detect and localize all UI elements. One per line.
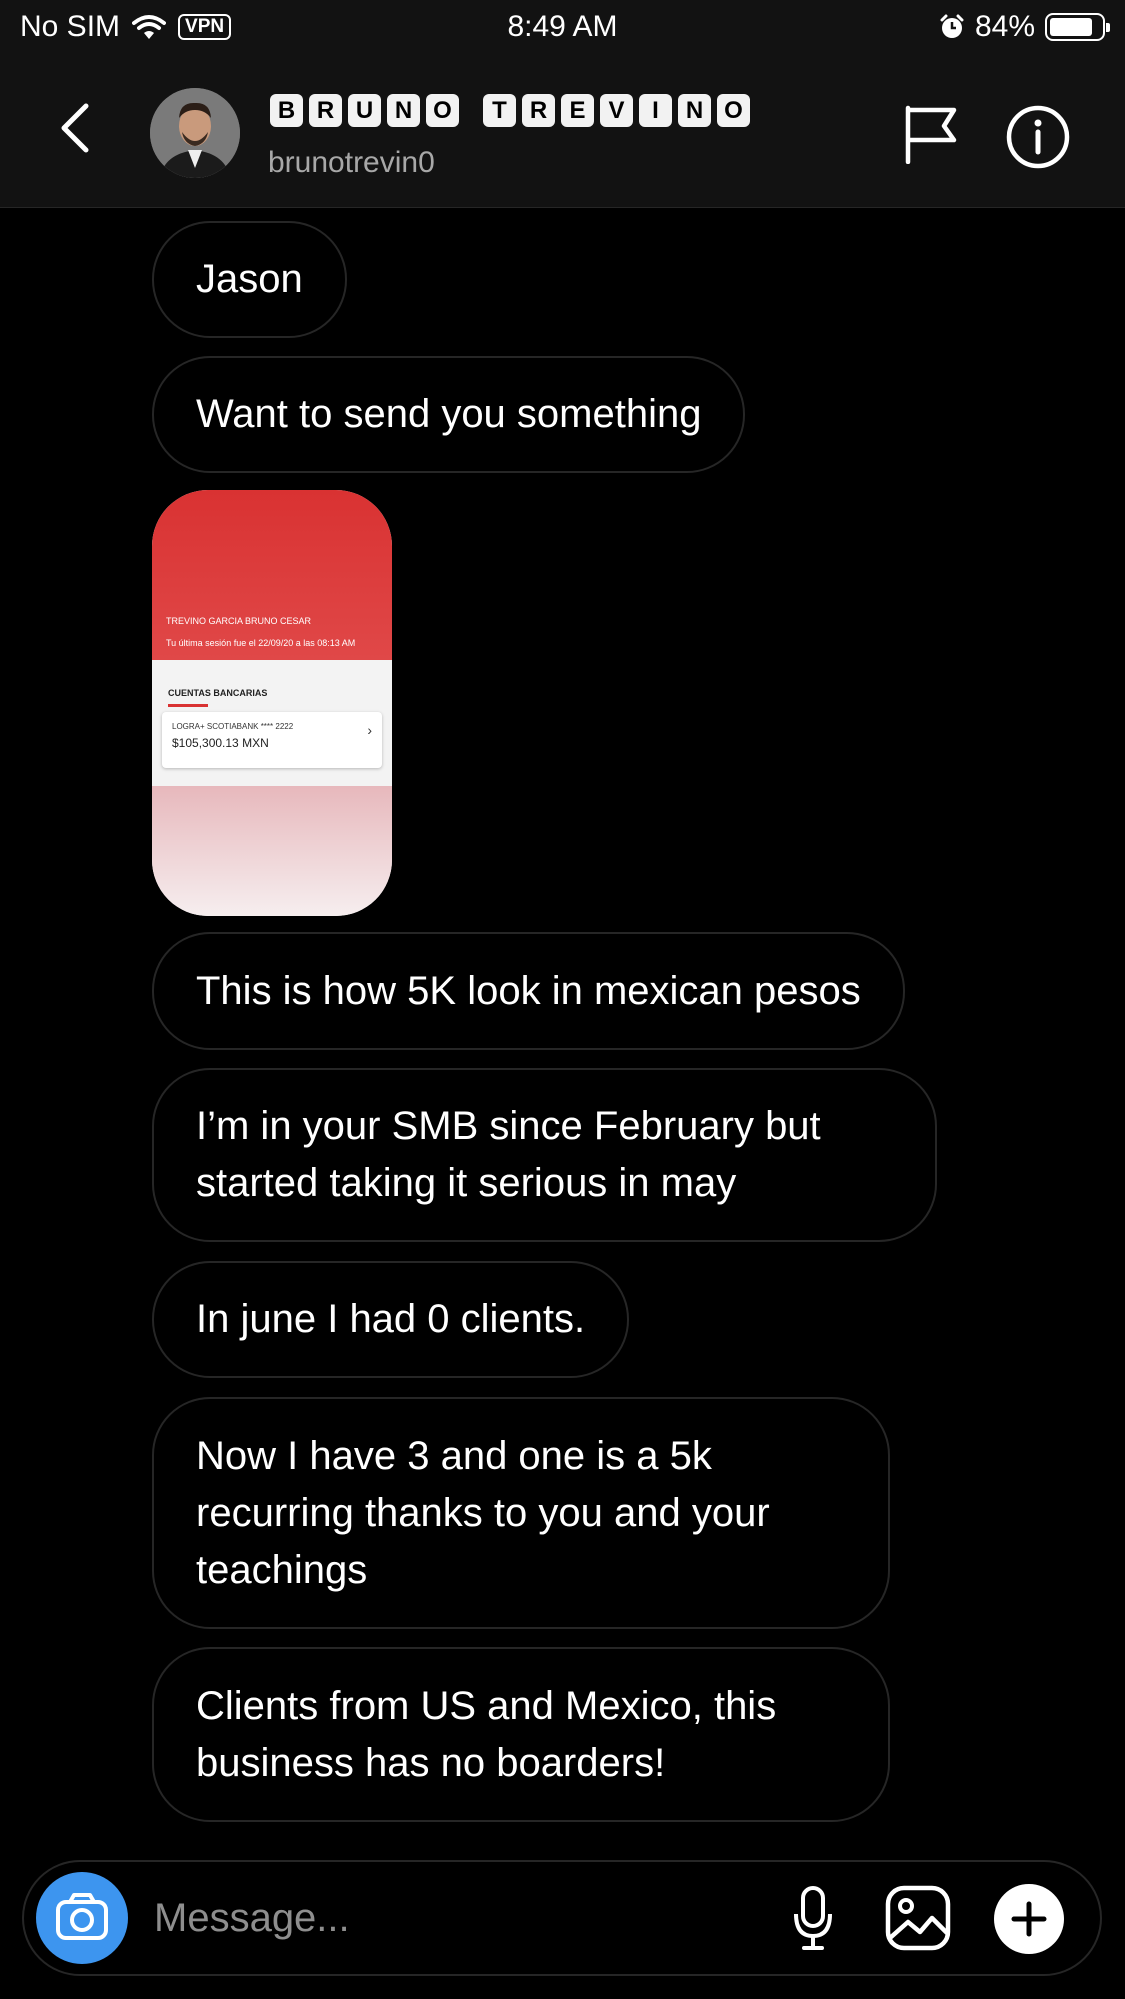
image-last-session: Tu última sesión fue el 22/09/20 a las 0… xyxy=(166,638,356,648)
image-account-card: LOGRA+ SCOTIABANK **** 2222 $105,300.13 … xyxy=(162,712,382,768)
image-account-name: LOGRA+ SCOTIABANK **** 2222 xyxy=(172,722,294,731)
status-right: 84% xyxy=(939,10,1110,44)
name-letter: V xyxy=(600,94,633,127)
message-bubble[interactable]: This is how 5K look in mexican pesos xyxy=(152,932,905,1050)
plus-icon xyxy=(1011,1901,1047,1937)
message-bubble[interactable]: Jason xyxy=(152,221,347,338)
name-letter: R xyxy=(522,94,555,127)
image-header-name: TREVINO GARCIA BRUNO CESAR xyxy=(166,616,312,626)
gallery-icon[interactable] xyxy=(884,1884,952,1952)
name-space xyxy=(465,94,477,127)
shared-image[interactable]: TREVINO GARCIA BRUNO CESAR Tu última ses… xyxy=(152,490,392,916)
status-bar: No SIM VPN 8:49 AM 84% xyxy=(0,0,1125,56)
display-name[interactable]: B R U N O T R E V I N O xyxy=(270,94,750,127)
alarm-icon xyxy=(940,14,964,38)
name-letter: N xyxy=(678,94,711,127)
name-letter: E xyxy=(561,94,594,127)
message-bubble[interactable]: Clients from US and Mexico, this busines… xyxy=(152,1647,890,1822)
camera-icon xyxy=(56,1893,108,1940)
name-letter: I xyxy=(639,94,672,127)
microphone-icon[interactable] xyxy=(788,1884,838,1954)
camera-button[interactable] xyxy=(36,1872,128,1964)
message-bubble[interactable]: Now I have 3 and one is a 5k recurring t… xyxy=(152,1397,890,1629)
image-chevron: › xyxy=(367,722,372,738)
battery-percent: 84% xyxy=(974,10,1035,43)
back-icon[interactable] xyxy=(52,98,102,158)
message-bubble[interactable]: I’m in your SMB since February but start… xyxy=(152,1068,937,1242)
info-icon[interactable] xyxy=(1005,104,1071,170)
name-letter: U xyxy=(348,94,381,127)
name-letter: B xyxy=(270,94,303,127)
name-letter: N xyxy=(387,94,420,127)
name-letter: T xyxy=(483,94,516,127)
battery-icon xyxy=(1045,13,1110,41)
username[interactable]: brunotrevin0 xyxy=(268,146,435,180)
message-bubble[interactable]: In june I had 0 clients. xyxy=(152,1261,630,1378)
name-letter: O xyxy=(426,94,459,127)
image-section-label: CUENTAS BANCARIAS xyxy=(168,688,268,698)
avatar[interactable] xyxy=(150,88,240,178)
message-bubble[interactable]: Want to send you something xyxy=(152,356,746,473)
name-letter: O xyxy=(717,94,750,127)
more-button[interactable] xyxy=(994,1884,1064,1954)
chat-header: B R U N O T R E V I N O brunotrevin0 xyxy=(0,56,1125,208)
message-composer: Message... xyxy=(22,1860,1102,1976)
flag-icon[interactable] xyxy=(902,104,960,164)
message-input[interactable]: Message... xyxy=(154,1896,350,1941)
image-amount: $105,300.13 MXN xyxy=(172,736,269,750)
name-letter: R xyxy=(309,94,342,127)
